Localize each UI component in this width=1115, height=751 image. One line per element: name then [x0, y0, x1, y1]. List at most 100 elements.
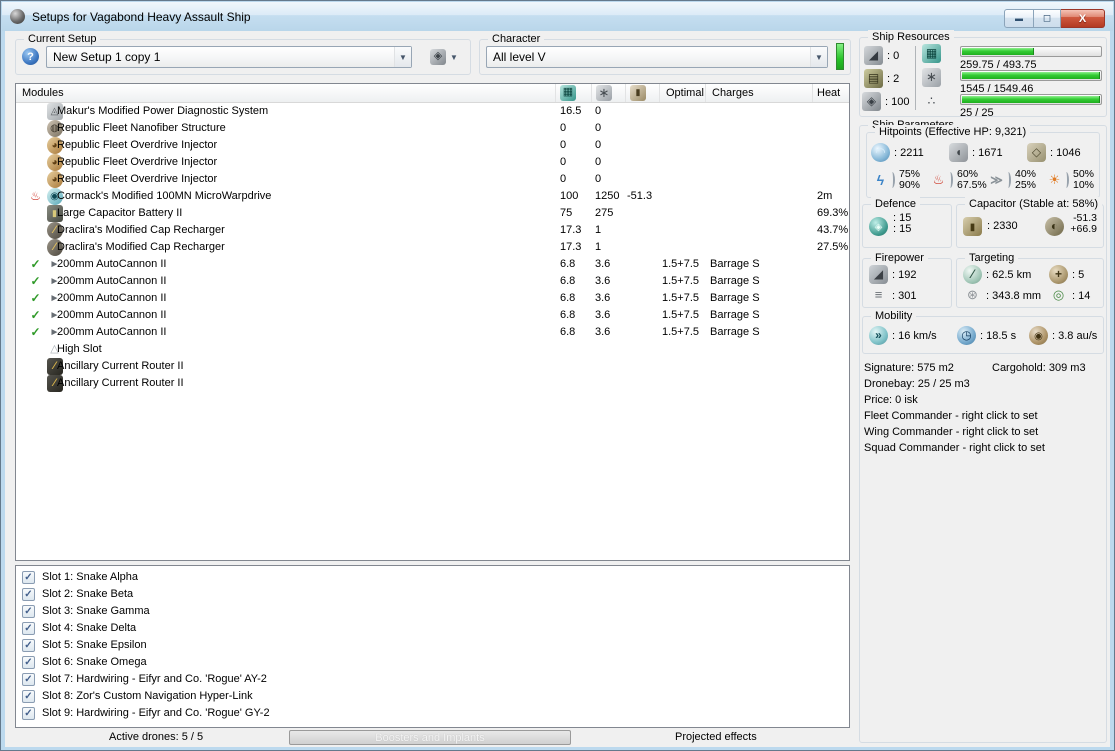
calibration-icon: [862, 92, 881, 111]
module-row[interactable]: Republic Fleet Overdrive Injector 0 0: [16, 154, 849, 171]
implant-checkbox[interactable]: ✓: [22, 690, 35, 703]
cpu-bar: [960, 46, 1102, 57]
implant-label: Slot 8: Zor's Custom Navigation Hyper-Li…: [42, 690, 253, 702]
boosters-implants-button[interactable]: Boosters and Implants: [289, 730, 571, 745]
cpu-column-icon[interactable]: [556, 84, 592, 102]
app-window: Setups for Vagabond Heavy Assault Ship ▬…: [0, 0, 1115, 751]
powergrid-column-icon[interactable]: [592, 84, 626, 102]
module-row[interactable]: Republic Fleet Overdrive Injector 0 0: [16, 137, 849, 154]
module-row[interactable]: 200mm AutoCannon II 6.8 3.6 1.5+7.5 Barrage …: [16, 307, 849, 324]
column-modules[interactable]: Modules: [16, 84, 556, 102]
implant-row[interactable]: ✓ Slot 7: Hardwiring - Eifyr and Co. 'Rog…: [16, 671, 849, 688]
align-time-value: 18.5 s: [980, 330, 1016, 342]
module-row[interactable]: Republic Fleet Nanofiber Structure 0 0: [16, 120, 849, 137]
module-row[interactable]: Ancillary Current Router II: [16, 358, 849, 375]
module-row[interactable]: Draclira's Modified Cap Recharger 17.3 1 27…: [16, 239, 849, 256]
module-row[interactable]: 200mm AutoCannon II 6.8 3.6 1.5+7.5 Barrage …: [16, 290, 849, 307]
capacitor-group: Capacitor (Stable at: 58%) 2330 -51.3 +6…: [956, 197, 1104, 248]
module-charge: Barrage S: [710, 275, 760, 287]
app-icon: [10, 9, 25, 24]
setup-select[interactable]: New Setup 1 copy 1 ▼: [46, 46, 412, 68]
module-powergrid: 0: [595, 139, 602, 151]
implant-checkbox[interactable]: ✓: [22, 571, 35, 584]
implant-row[interactable]: ✓ Slot 5: Snake Epsilon: [16, 637, 849, 654]
targeting-range-icon: [963, 265, 982, 284]
column-charges[interactable]: Charges: [706, 84, 813, 102]
module-row[interactable]: High Slot: [16, 341, 849, 358]
implant-row[interactable]: ✓ Slot 8: Zor's Custom Navigation Hyper-L…: [16, 688, 849, 705]
module-row[interactable]: 200mm AutoCannon II 6.8 3.6 1.5+7.5 Barrage …: [16, 256, 849, 273]
max-speed-value: 16 km/s: [892, 330, 937, 342]
squad-commander-text[interactable]: Squad Commander - right click to set: [864, 442, 1045, 454]
module-charge: Barrage S: [710, 258, 760, 270]
help-icon[interactable]: ?: [22, 48, 39, 65]
module-name: Makur's Modified Power Diagnostic System: [57, 105, 269, 117]
title-bar[interactable]: Setups for Vagabond Heavy Assault Ship ▬…: [2, 2, 1113, 31]
module-row[interactable]: Draclira's Modified Cap Recharger 17.3 1 43…: [16, 222, 849, 239]
module-cpu: 16.5: [560, 105, 582, 117]
module-name: 200mm AutoCannon II: [57, 275, 167, 287]
cpu-bar-fill: [962, 48, 1034, 55]
warp-speed-icon: [1029, 326, 1048, 345]
warp-speed: 3.8 au/s: [1029, 326, 1097, 345]
setup-tools-icon: [430, 49, 447, 65]
hull-icon: [1027, 143, 1046, 162]
maximize-button[interactable]: ◻: [1034, 9, 1061, 28]
module-powergrid: 275: [595, 207, 614, 219]
module-row[interactable]: Large Capacitor Battery II 75 275 69.3%: [16, 205, 849, 222]
turret-hardpoints-value: 0: [887, 50, 899, 62]
module-name: Large Capacitor Battery II: [57, 207, 183, 219]
implant-checkbox[interactable]: ✓: [22, 622, 35, 635]
module-row[interactable]: 200mm AutoCannon II 6.8 3.6 1.5+7.5 Barrage …: [16, 324, 849, 341]
implant-row[interactable]: ✓ Slot 6: Snake Omega: [16, 654, 849, 671]
thermal-icon: [929, 171, 948, 190]
implant-checkbox[interactable]: ✓: [22, 605, 35, 618]
implant-checkbox[interactable]: ✓: [22, 673, 35, 686]
module-cpu: 6.8: [560, 292, 576, 304]
module-name: 200mm AutoCannon II: [57, 309, 167, 321]
capacitor-column-icon[interactable]: [626, 84, 660, 102]
max-targets-value: 5: [1072, 269, 1084, 281]
ship-resources-title: Ship Resources: [868, 30, 954, 44]
mobility-title: Mobility: [871, 309, 917, 323]
thermal-resist: 60%67.5%: [929, 169, 987, 191]
module-row[interactable]: Ancillary Current Router II: [16, 375, 849, 392]
projected-effects-button[interactable]: Projected effects: [675, 731, 757, 743]
close-button[interactable]: X: [1061, 9, 1105, 28]
wing-commander-text[interactable]: Wing Commander - right click to set: [864, 426, 1038, 438]
defence-title: Defence: [871, 197, 920, 211]
minimize-button[interactable]: ▬: [1004, 9, 1034, 28]
active-drones-button[interactable]: Active drones: 5 / 5: [109, 731, 203, 743]
implant-row[interactable]: ✓ Slot 1: Snake Alpha: [16, 569, 849, 586]
implant-checkbox[interactable]: ✓: [22, 639, 35, 652]
implant-checkbox[interactable]: ✓: [22, 656, 35, 669]
column-optimal[interactable]: Optimal: [660, 84, 706, 102]
setup-menu-button[interactable]: ▼: [420, 46, 468, 68]
scan-resolution: 343.8 mm: [963, 286, 1041, 305]
module-powergrid: 3.6: [595, 309, 611, 321]
launcher-hardpoints: 2: [864, 69, 899, 88]
scan-resolution-icon: [963, 286, 982, 305]
implant-label: Slot 1: Snake Alpha: [42, 571, 139, 583]
implant-row[interactable]: ✓ Slot 4: Snake Delta: [16, 620, 849, 637]
character-select[interactable]: All level V ▼: [486, 46, 828, 68]
module-powergrid: 1: [595, 224, 602, 236]
drone-bandwidth-icon: [922, 92, 941, 111]
implant-row[interactable]: ✓ Slot 2: Snake Beta: [16, 586, 849, 603]
module-row[interactable]: Republic Fleet Overdrive Injector 0 0: [16, 171, 849, 188]
powergrid-bar: [960, 70, 1102, 81]
implant-checkbox[interactable]: ✓: [22, 588, 35, 601]
firepower-dps: 192: [869, 265, 916, 284]
ship-parameters-group: Ship Parameters Hitpoints (Effective HP:…: [859, 118, 1107, 743]
module-row[interactable]: Makur's Modified Power Diagnostic System…: [16, 103, 849, 120]
implant-checkbox[interactable]: ✓: [22, 707, 35, 720]
kinetic-armor-resist: 25%: [1015, 179, 1037, 191]
turret-hardpoints: 0: [864, 46, 899, 65]
implant-row[interactable]: ✓ Slot 9: Hardwiring - Eifyr and Co. 'Rog…: [16, 705, 849, 722]
column-heat[interactable]: Heat: [813, 84, 851, 102]
module-name: Draclira's Modified Cap Recharger: [57, 224, 225, 236]
module-row[interactable]: Cormack's Modified 100MN MicroWarpdrive 1…: [16, 188, 849, 205]
implant-row[interactable]: ✓ Slot 3: Snake Gamma: [16, 603, 849, 620]
fleet-commander-text[interactable]: Fleet Commander - right click to set: [864, 410, 1038, 422]
module-row[interactable]: 200mm AutoCannon II 6.8 3.6 1.5+7.5 Barrage …: [16, 273, 849, 290]
